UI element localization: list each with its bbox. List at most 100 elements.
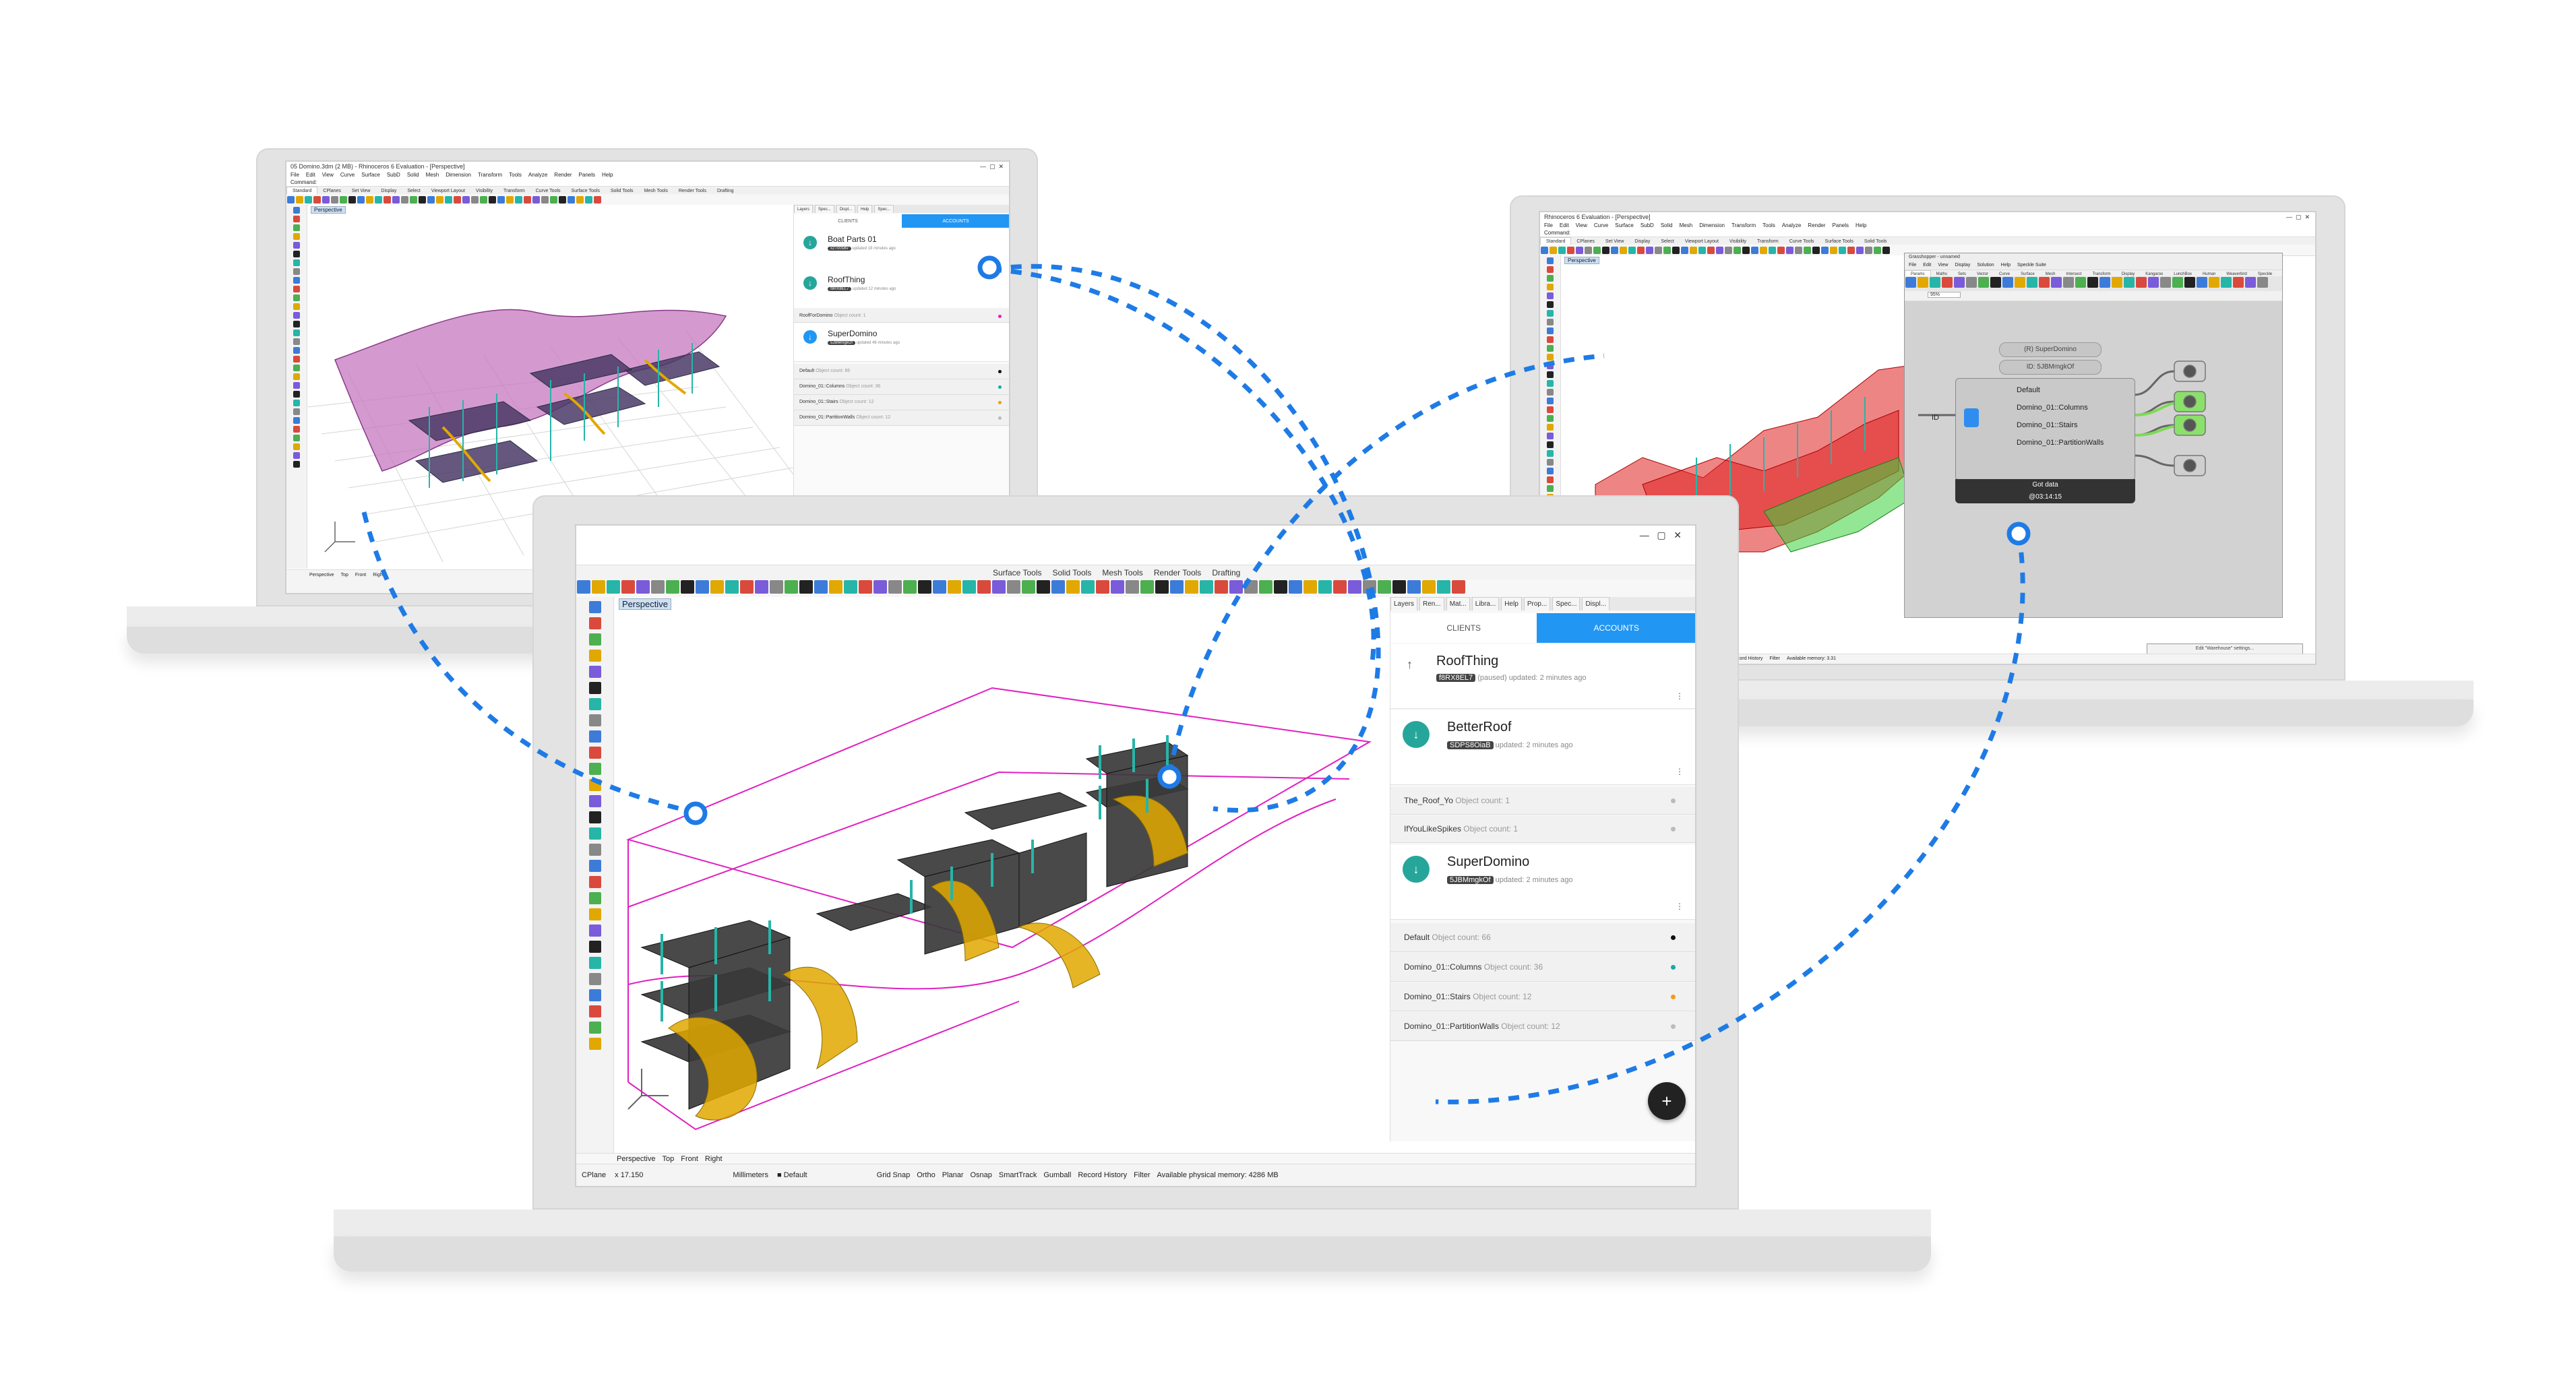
side-tool-icon[interactable] bbox=[293, 417, 300, 424]
toolbar-tool-icon[interactable] bbox=[2063, 277, 2074, 288]
layer-row[interactable]: Domino_01::Columns Object count: 36 bbox=[794, 379, 1009, 395]
layer-row[interactable]: IfYouLikeSpikes Object count: 1 bbox=[1390, 815, 1695, 843]
side-tool-icon[interactable] bbox=[588, 876, 601, 888]
toolbar-tool-icon[interactable] bbox=[1620, 247, 1627, 255]
client-menu-icon[interactable]: ⋮ bbox=[1676, 767, 1684, 776]
side-tool-icon[interactable] bbox=[1547, 275, 1554, 282]
side-tool-icon[interactable] bbox=[588, 617, 601, 629]
menu-bar[interactable]: File Edit View Curve Surface SubD Solid Mesh Dim… bbox=[1540, 222, 2315, 230]
client-receive-icon[interactable]: ↓ bbox=[1403, 856, 1430, 883]
side-tool-icon[interactable] bbox=[293, 312, 300, 319]
toolbar-tool-icon[interactable] bbox=[725, 580, 739, 594]
menu-item[interactable]: Curve bbox=[1594, 222, 1608, 228]
gh-zoom[interactable]: 95% bbox=[1928, 292, 1961, 298]
side-tool-icon[interactable] bbox=[1547, 371, 1554, 378]
toolbar-tool-icon[interactable] bbox=[1229, 580, 1243, 594]
toolbar-tab[interactable]: Surface Tools bbox=[987, 565, 1047, 580]
grasshopper-window[interactable]: Grasshopper - unnamed File Edit View Displa… bbox=[1904, 253, 2283, 618]
layer-row[interactable]: Domino_01::Stairs Object count: 12 bbox=[794, 395, 1009, 410]
client-status-icon[interactable]: ↑ bbox=[1407, 658, 1413, 672]
toolbar-tool-icon[interactable] bbox=[1185, 580, 1198, 594]
toolbar-tool-icon[interactable] bbox=[1348, 580, 1361, 594]
toolbar-tool-icon[interactable] bbox=[770, 580, 783, 594]
toolbar-tool-icon[interactable] bbox=[755, 580, 768, 594]
toolbar-tool-icon[interactable] bbox=[1066, 580, 1080, 594]
perspective-viewport[interactable]: Perspective bbox=[615, 597, 1390, 1141]
side-tool-icon[interactable] bbox=[1547, 354, 1554, 360]
panel-tabs[interactable]: Layers Ren... Mat... Libra... Help Prop... Spe… bbox=[1390, 597, 1695, 610]
panel-tab[interactable]: Ren... bbox=[1419, 597, 1444, 610]
toolbar-tool-icon[interactable] bbox=[2087, 277, 2098, 288]
toolbar-tool-icon[interactable] bbox=[2245, 277, 2256, 288]
toolbar-tool-icon[interactable] bbox=[1126, 580, 1139, 594]
toolbar-icons[interactable] bbox=[286, 194, 1009, 206]
toolbar-tool-icon[interactable] bbox=[1111, 580, 1124, 594]
window-controls[interactable]: — ▢ ✕ bbox=[2286, 212, 2310, 222]
toolbar-tool-icon[interactable] bbox=[1155, 580, 1169, 594]
menu-item[interactable]: Tools bbox=[1762, 222, 1775, 228]
toolbar-tool-icon[interactable] bbox=[903, 580, 917, 594]
menu-item[interactable]: View bbox=[1576, 222, 1587, 228]
toolbar-tool-icon[interactable] bbox=[340, 196, 347, 204]
toolbar-tool-icon[interactable] bbox=[1096, 580, 1109, 594]
side-tool-icon[interactable] bbox=[588, 1022, 601, 1034]
toolbar-tool-icon[interactable] bbox=[1874, 247, 1881, 255]
toolbar-tool-icon[interactable] bbox=[1611, 247, 1618, 255]
toolbar-tool-icon[interactable] bbox=[1007, 580, 1020, 594]
side-tool-icon[interactable] bbox=[1547, 363, 1554, 369]
menu-item[interactable]: View bbox=[322, 172, 334, 178]
toolbar-tool-icon[interactable] bbox=[1541, 247, 1548, 255]
toolbar-tool-icon[interactable] bbox=[2027, 277, 2037, 288]
side-tool-icon[interactable] bbox=[588, 1005, 601, 1017]
menu-item[interactable]: SubD bbox=[387, 172, 400, 178]
side-tool-icon[interactable] bbox=[293, 461, 300, 468]
layer-row[interactable]: Domino_01::PartitionWalls Object count: … bbox=[1390, 1012, 1695, 1041]
menu-item[interactable]: Mesh bbox=[1680, 222, 1693, 228]
side-toolbar[interactable] bbox=[286, 205, 307, 569]
side-tool-icon[interactable] bbox=[293, 400, 300, 406]
side-tool-icon[interactable] bbox=[588, 941, 601, 953]
toolbar-tool-icon[interactable] bbox=[1839, 247, 1846, 255]
side-tool-icon[interactable] bbox=[293, 207, 300, 214]
side-tool-icon[interactable] bbox=[588, 779, 601, 791]
toolbar-tool-icon[interactable] bbox=[1690, 247, 1697, 255]
toolbar-tool-icon[interactable] bbox=[2112, 277, 2122, 288]
toolbar-tool-icon[interactable] bbox=[1769, 247, 1776, 255]
side-tool-icon[interactable] bbox=[588, 908, 601, 920]
toolbar-tool-icon[interactable] bbox=[1140, 580, 1154, 594]
layer-row[interactable]: The_Roof_Yo Object count: 1 bbox=[1390, 787, 1695, 815]
menu-item[interactable]: Solid bbox=[1661, 222, 1673, 228]
panel-tab[interactable]: Spec... bbox=[815, 205, 834, 213]
gh-menu-item[interactable]: Display bbox=[1955, 263, 1970, 268]
toolbar-tool-icon[interactable] bbox=[287, 196, 295, 204]
toolbar-tool-icon[interactable] bbox=[445, 196, 452, 204]
window-controls[interactable]: — ▢ ✕ bbox=[1640, 530, 1682, 541]
toolbar-tool-icon[interactable] bbox=[1576, 247, 1583, 255]
side-tool-icon[interactable] bbox=[1547, 389, 1554, 396]
side-tool-icon[interactable] bbox=[293, 408, 300, 415]
toolbar-tool-icon[interactable] bbox=[1200, 580, 1213, 594]
toolbar-tool-icon[interactable] bbox=[1289, 580, 1302, 594]
view-tab[interactable]: Front bbox=[681, 1155, 698, 1163]
client-receive-icon[interactable]: ↓ bbox=[803, 330, 817, 344]
toolbar-tab[interactable]: Mesh Tools bbox=[1097, 565, 1148, 580]
toolbar-tool-icon[interactable] bbox=[550, 196, 557, 204]
toolbar-tool-icon[interactable] bbox=[962, 580, 976, 594]
toolbar-tool-icon[interactable] bbox=[2015, 277, 2025, 288]
toolbar-tool-icon[interactable] bbox=[666, 580, 679, 594]
toolbar-tool-icon[interactable] bbox=[462, 196, 470, 204]
side-tool-icon[interactable] bbox=[588, 698, 601, 710]
side-tool-icon[interactable] bbox=[293, 321, 300, 327]
toolbar-tool-icon[interactable] bbox=[1437, 580, 1450, 594]
toolbar-tool-icon[interactable] bbox=[1244, 580, 1258, 594]
menu-item[interactable]: Analyze bbox=[528, 172, 547, 178]
toolbar-tool-icon[interactable] bbox=[1637, 247, 1645, 255]
view-tab[interactable]: Right bbox=[705, 1155, 723, 1163]
toolbar-tool-icon[interactable] bbox=[1037, 580, 1050, 594]
status-toggles[interactable]: Grid Snap Ortho Planar Osnap SmartTrack Gumba… bbox=[877, 1171, 1285, 1179]
toolbar-tool-icon[interactable] bbox=[454, 196, 461, 204]
side-tool-icon[interactable] bbox=[1547, 319, 1554, 325]
menu-item[interactable]: Edit bbox=[1560, 222, 1569, 228]
menu-item[interactable]: Render bbox=[1808, 222, 1825, 228]
menu-item[interactable]: Help bbox=[1856, 222, 1866, 228]
